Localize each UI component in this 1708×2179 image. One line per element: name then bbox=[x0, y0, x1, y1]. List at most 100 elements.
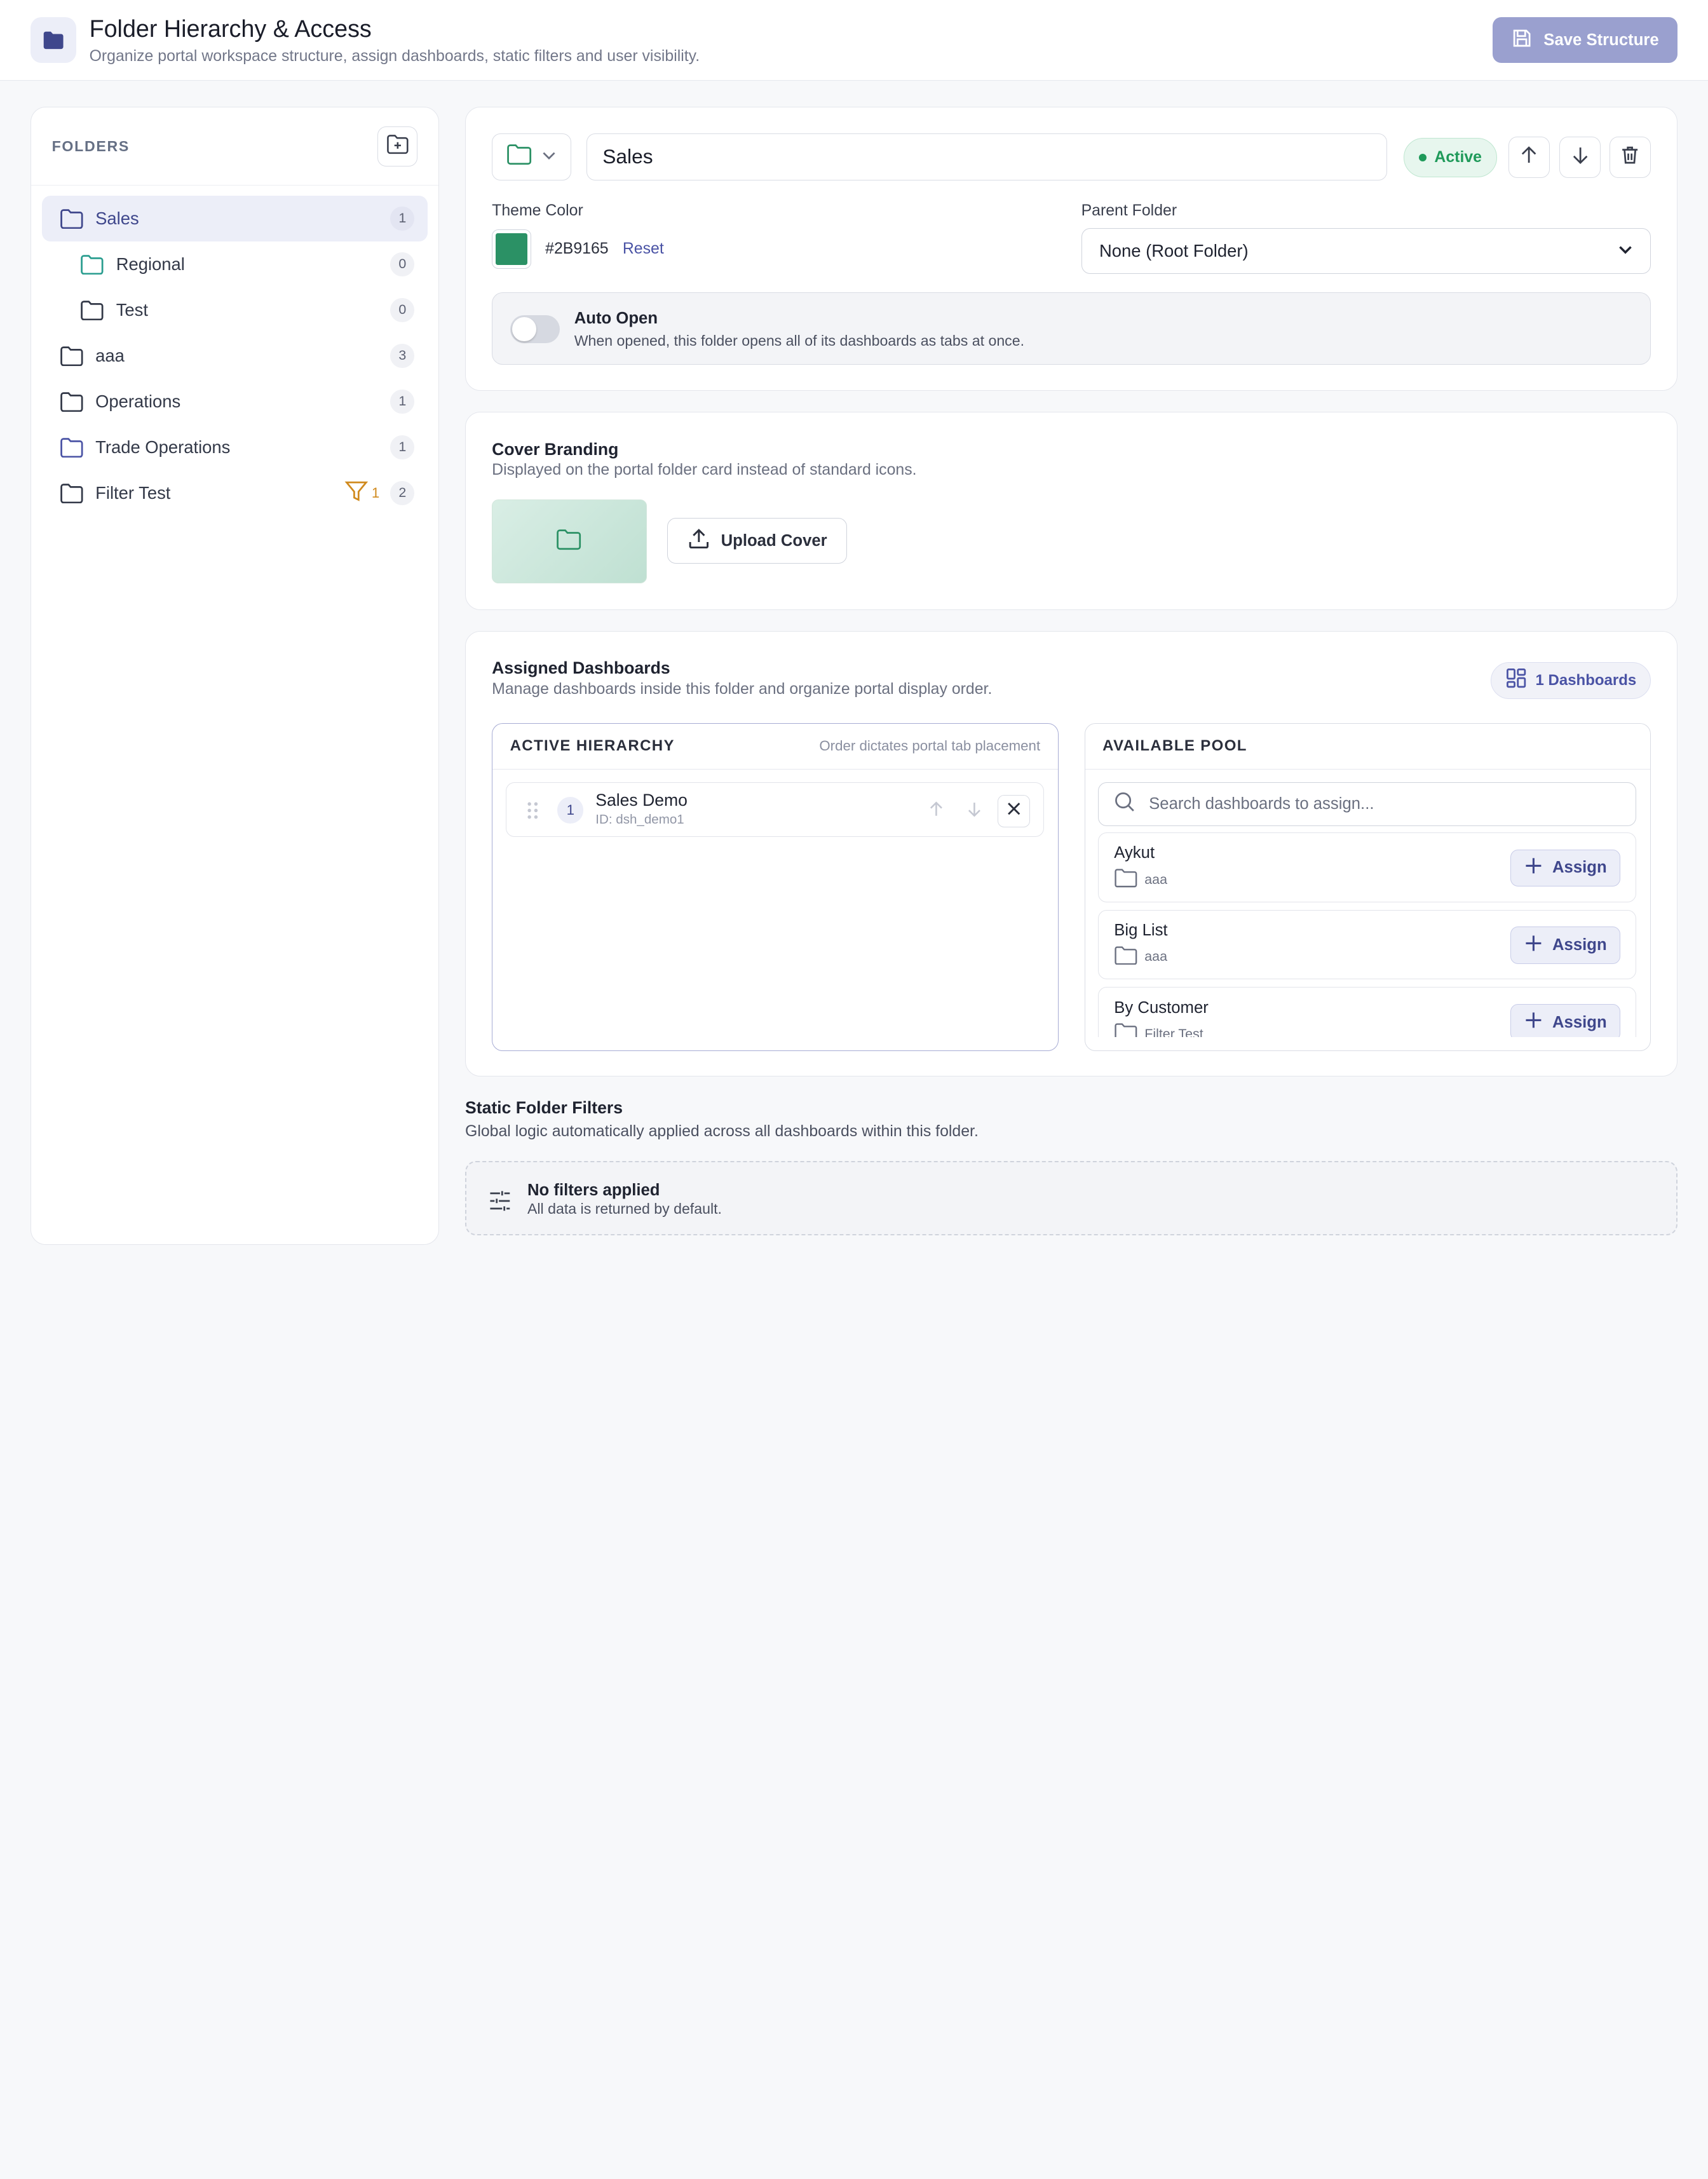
dashboard-name: Aykut bbox=[1114, 844, 1155, 862]
cover-branding-title: Cover Branding bbox=[492, 439, 619, 459]
no-filters-subtitle: All data is returned by default. bbox=[527, 1200, 722, 1218]
reset-color-link[interactable]: Reset bbox=[623, 240, 664, 258]
cover-branding-subtitle: Displayed on the portal folder card inst… bbox=[492, 461, 917, 479]
available-pool-panel: AVAILABLE POOL Aykut aaa bbox=[1084, 723, 1651, 1051]
sliders-icon bbox=[488, 1189, 512, 1218]
page-subtitle: Organize portal workspace structure, ass… bbox=[89, 47, 700, 65]
sidebar-item-label: Test bbox=[116, 299, 148, 320]
folder-icon bbox=[60, 391, 84, 412]
assign-button[interactable]: Assign bbox=[1510, 849, 1621, 886]
upload-cover-label: Upload Cover bbox=[721, 531, 827, 550]
drag-handle-icon[interactable] bbox=[526, 801, 539, 825]
close-icon bbox=[1005, 800, 1022, 822]
arrow-up-icon bbox=[926, 799, 946, 824]
dashboard-count-badge: 0 bbox=[390, 297, 415, 322]
move-up-button[interactable] bbox=[1508, 137, 1550, 179]
grid-icon bbox=[1505, 667, 1527, 693]
folder-icon bbox=[1114, 946, 1138, 969]
parent-folder-label: Parent Folder bbox=[1081, 202, 1177, 220]
arrow-down-icon bbox=[1569, 144, 1591, 170]
assigned-dashboards-title: Assigned Dashboards bbox=[492, 658, 670, 678]
dashboard-name: Big List bbox=[1114, 921, 1168, 939]
folders-heading: FOLDERS bbox=[51, 137, 130, 154]
save-icon bbox=[1511, 27, 1533, 53]
move-up-button[interactable] bbox=[920, 795, 952, 827]
folder-icon bbox=[60, 437, 84, 458]
folder-name: aaa bbox=[1144, 949, 1167, 965]
sidebar-item-aaa[interactable]: aaa 3 bbox=[42, 333, 428, 379]
folder-icon bbox=[1114, 1022, 1138, 1038]
cover-branding-card: Cover Branding Displayed on the portal f… bbox=[465, 412, 1678, 610]
delete-folder-button[interactable] bbox=[1610, 137, 1651, 179]
sidebar-item-operations[interactable]: Operations 1 bbox=[42, 379, 428, 424]
assigned-dashboards-card: Assigned Dashboards Manage dashboards in… bbox=[465, 630, 1678, 1076]
dashboard-name: Sales Demo bbox=[595, 791, 688, 810]
theme-color-label: Theme Color bbox=[492, 202, 583, 220]
remove-dashboard-button[interactable] bbox=[997, 794, 1031, 828]
folder-icon bbox=[506, 144, 532, 170]
move-down-button[interactable] bbox=[958, 795, 991, 827]
available-pool-title: AVAILABLE POOL bbox=[1102, 737, 1247, 755]
sidebar-item-sales[interactable]: Sales 1 bbox=[42, 195, 428, 241]
folder-name: aaa bbox=[1144, 871, 1167, 887]
folder-name-input[interactable] bbox=[586, 133, 1388, 180]
theme-color-fill bbox=[496, 233, 527, 265]
folder-icon bbox=[60, 346, 84, 367]
folder-name: Filter Test bbox=[1144, 1026, 1203, 1038]
static-filters-subtitle: Global logic automatically applied acros… bbox=[465, 1123, 979, 1141]
static-filters-title: Static Folder Filters bbox=[465, 1098, 623, 1117]
dashboard-count-badge: 3 bbox=[390, 343, 415, 368]
dashboard-name: By Customer bbox=[1114, 998, 1209, 1017]
folder-icon bbox=[80, 300, 104, 321]
dashboard-id: ID: dsh_demo1 bbox=[595, 812, 684, 827]
assign-label: Assign bbox=[1552, 1013, 1607, 1031]
assign-button[interactable]: Assign bbox=[1510, 927, 1621, 964]
upload-cover-button[interactable]: Upload Cover bbox=[667, 518, 847, 564]
theme-color-swatch[interactable] bbox=[492, 229, 531, 269]
dashboard-search[interactable] bbox=[1098, 782, 1637, 826]
sidebar-item-test[interactable]: Test 0 bbox=[42, 287, 428, 333]
assign-label: Assign bbox=[1552, 859, 1607, 877]
auto-open-title: Auto Open bbox=[574, 309, 658, 328]
filter-count: 1 bbox=[371, 484, 380, 501]
order-number: 1 bbox=[557, 797, 584, 824]
assign-button[interactable]: Assign bbox=[1510, 1004, 1621, 1038]
folder-icon-picker[interactable] bbox=[492, 133, 572, 180]
status-toggle-active[interactable]: Active bbox=[1404, 138, 1498, 177]
filter-indicator: 1 bbox=[344, 479, 379, 507]
sidebar-item-label: aaa bbox=[95, 345, 125, 365]
funnel-icon bbox=[344, 479, 369, 507]
sidebar-item-filter-test[interactable]: Filter Test 1 2 bbox=[42, 470, 428, 516]
arrow-up-icon bbox=[1518, 144, 1540, 170]
save-structure-label: Save Structure bbox=[1543, 31, 1659, 49]
chevron-down-icon bbox=[541, 147, 557, 167]
toggle-knob bbox=[512, 317, 536, 341]
add-folder-button[interactable] bbox=[377, 126, 418, 166]
dashboard-count-badge: 1 bbox=[390, 206, 415, 231]
plus-icon bbox=[1524, 1010, 1543, 1035]
trash-icon bbox=[1619, 144, 1641, 170]
status-label: Active bbox=[1434, 148, 1482, 166]
folder-plus-icon bbox=[386, 133, 410, 160]
cover-preview bbox=[492, 499, 647, 584]
parent-folder-select[interactable]: None (Root Folder) bbox=[1081, 228, 1651, 275]
dashboard-count-badge: 1 bbox=[390, 435, 415, 459]
sidebar-item-label: Sales bbox=[95, 208, 139, 228]
search-input[interactable] bbox=[1149, 794, 1607, 813]
dashboard-count-label: 1 Dashboards bbox=[1535, 671, 1637, 689]
dashboard-count-badge: 0 bbox=[390, 252, 415, 276]
sidebar-item-trade-operations[interactable]: Trade Operations 1 bbox=[42, 424, 428, 470]
sidebar-item-label: Operations bbox=[95, 391, 181, 411]
folder-icon bbox=[1114, 868, 1138, 892]
status-dot bbox=[1419, 153, 1427, 161]
folder-icon bbox=[556, 529, 582, 555]
assigned-dashboard-row[interactable]: 1 Sales Demo ID: dsh_demo1 bbox=[505, 782, 1044, 837]
sidebar-item-label: Filter Test bbox=[95, 482, 171, 503]
save-structure-button[interactable]: Save Structure bbox=[1492, 17, 1678, 64]
auto-open-toggle[interactable] bbox=[510, 315, 560, 344]
folder-settings-card: Active Theme Color #2B9165 Reset Parent … bbox=[465, 107, 1678, 391]
move-down-button[interactable] bbox=[1559, 137, 1601, 179]
dashboard-folder: aaa bbox=[1114, 868, 1167, 892]
sidebar-item-regional[interactable]: Regional 0 bbox=[42, 241, 428, 287]
dashboard-folder: aaa bbox=[1114, 946, 1167, 969]
